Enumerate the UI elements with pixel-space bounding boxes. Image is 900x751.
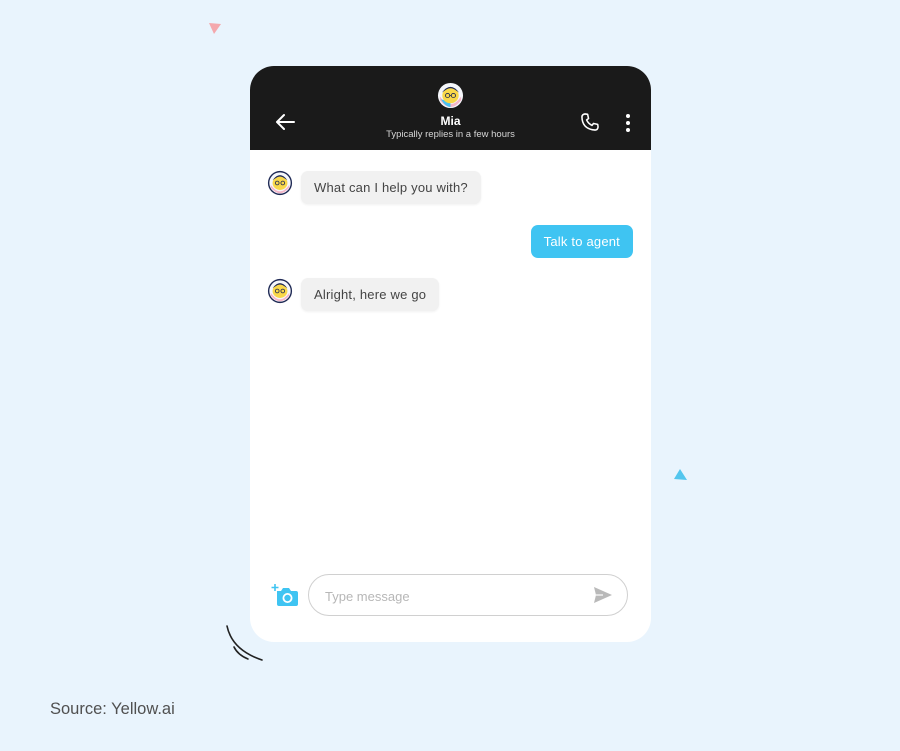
agent-avatar xyxy=(437,82,464,109)
bot-avatar xyxy=(267,170,293,196)
source-caption: Source: Yellow.ai xyxy=(50,700,175,718)
phone-icon[interactable] xyxy=(579,111,601,133)
more-vertical-icon[interactable] xyxy=(622,113,634,133)
chat-header: Mia Typically replies in a few hours xyxy=(250,66,651,150)
user-message: Talk to agent xyxy=(530,225,633,258)
bot-avatar xyxy=(267,278,293,304)
camera-plus-icon[interactable] xyxy=(271,583,299,607)
bot-message: What can I help you with? xyxy=(301,171,481,204)
message-input[interactable] xyxy=(323,575,577,617)
message-composer xyxy=(308,574,628,617)
send-icon[interactable] xyxy=(593,586,613,604)
decorative-triangle-blue xyxy=(674,469,687,480)
chat-window: Mia Typically replies in a few hours Wha… xyxy=(250,66,651,642)
bot-message: Alright, here we go xyxy=(301,278,440,311)
message-list: What can I help you with? Talk to agent … xyxy=(250,150,651,570)
decorative-triangle-pink xyxy=(209,23,221,34)
